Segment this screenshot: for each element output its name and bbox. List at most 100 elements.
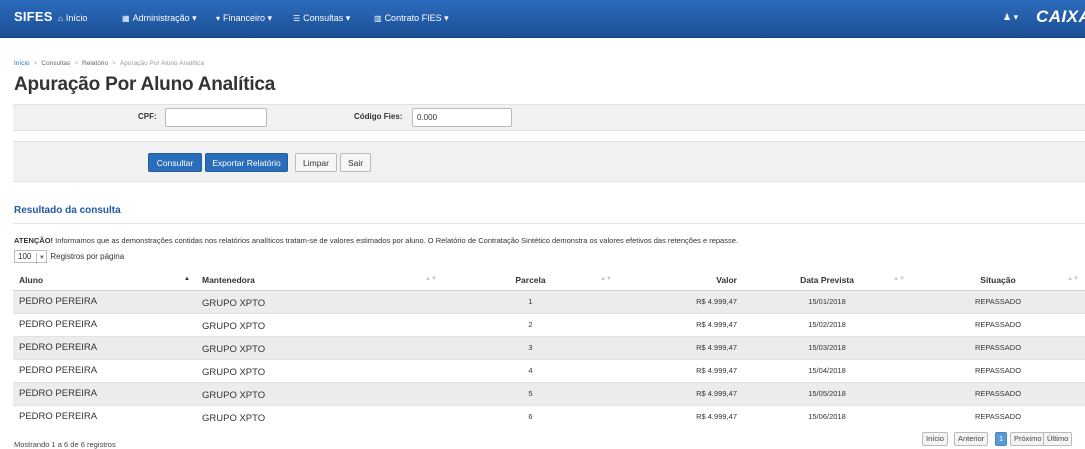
grid-icon: ▦ xyxy=(122,14,130,23)
column-header-aluno[interactable]: Aluno ▲ xyxy=(13,270,196,291)
nav-item-administracao[interactable]: ▦ Administração ▾ xyxy=(122,13,197,24)
table-row[interactable]: PEDRO PEREIRA GRUPO XPTO 5 R$ 4.999,47 1… xyxy=(13,381,1085,405)
column-label: Data Prevista xyxy=(800,274,854,285)
bars-icon: ▥ xyxy=(374,14,382,23)
cell-valor: R$ 4.999,47 xyxy=(618,358,743,382)
cell-data-prevista: 15/04/2018 xyxy=(743,358,911,382)
cell-mantenedora: GRUPO XPTO xyxy=(196,312,443,336)
sort-icon: ▲▼ xyxy=(893,276,905,282)
pagination-last[interactable]: Último xyxy=(1043,432,1073,446)
page-title: Apuração Por Aluno Analítica xyxy=(14,74,276,95)
records-info: Mostrando 1 a 6 de 6 registros xyxy=(14,440,116,449)
cell-mantenedora: GRUPO XPTO xyxy=(196,358,443,382)
sort-asc-icon: ▲ xyxy=(184,276,190,282)
breadcrumb-separator: > xyxy=(74,60,79,67)
cell-aluno: PEDRO PEREIRA xyxy=(13,289,196,313)
divider xyxy=(13,223,1085,224)
breadcrumb-current: Apuração Por Aluno Analítica xyxy=(119,60,205,67)
table-row[interactable]: PEDRO PEREIRA GRUPO XPTO 4 R$ 4.999,47 1… xyxy=(13,358,1085,382)
cell-valor: R$ 4.999,47 xyxy=(618,381,743,405)
table-row[interactable]: PEDRO PEREIRA GRUPO XPTO 3 R$ 4.999,47 1… xyxy=(13,335,1085,359)
cell-data-prevista: 15/01/2018 xyxy=(743,289,911,313)
cpf-label: CPF: xyxy=(138,112,157,121)
cell-situacao: REPASSADO xyxy=(911,381,1085,405)
cell-valor: R$ 4.999,47 xyxy=(618,312,743,336)
breadcrumb-home[interactable]: Início xyxy=(14,60,30,67)
breadcrumb-separator: > xyxy=(112,60,116,67)
cell-valor: R$ 4.999,47 xyxy=(618,289,743,313)
nav-item-consultas[interactable]: ☰ Consultas ▾ xyxy=(293,13,350,24)
column-header-mantenedora[interactable]: Mantenedora ▲▼ xyxy=(196,270,443,291)
user-menu[interactable]: ♟ ▾ xyxy=(1003,12,1018,23)
cell-data-prevista: 15/06/2018 xyxy=(743,404,911,428)
cell-aluno: PEDRO PEREIRA xyxy=(13,404,196,428)
sort-icon: ▲▼ xyxy=(425,276,437,282)
column-header-valor[interactable]: Valor xyxy=(618,270,743,291)
per-page-select[interactable]: 100 ▼ xyxy=(14,250,48,264)
nav-label: Financeiro ▾ xyxy=(223,13,273,23)
notice-body: Informamos que as demonstrações contidas… xyxy=(53,236,738,245)
cpf-input[interactable] xyxy=(165,108,267,127)
nav-label: Início xyxy=(65,13,88,23)
limpar-button[interactable]: Limpar xyxy=(295,153,337,172)
nav-item-financeiro[interactable]: ▾ Financeiro ▾ xyxy=(216,13,272,24)
cell-situacao: REPASSADO xyxy=(911,358,1085,382)
column-label: Parcela xyxy=(515,274,546,285)
nav-label: Administração ▾ xyxy=(132,13,197,23)
table-row[interactable]: PEDRO PEREIRA GRUPO XPTO 6 R$ 4.999,47 1… xyxy=(13,404,1085,428)
cell-mantenedora: GRUPO XPTO xyxy=(196,289,443,313)
cell-situacao: REPASSADO xyxy=(911,335,1085,359)
results-title: Resultado da consulta xyxy=(14,205,121,216)
cell-parcela: 6 xyxy=(443,404,618,428)
pagination-next[interactable]: Próximo xyxy=(1010,432,1046,446)
sort-icon: ▲▼ xyxy=(600,276,612,282)
nav-item-contrato-fies[interactable]: ▥ Contrato FIES ▾ xyxy=(374,13,449,24)
cart-icon: ▾ xyxy=(216,14,221,23)
cell-data-prevista: 15/02/2018 xyxy=(743,312,911,336)
per-page-label: Registros por página xyxy=(50,252,125,261)
breadcrumb-consultas[interactable]: Consultas xyxy=(41,60,70,67)
cell-aluno: PEDRO PEREIRA xyxy=(13,312,196,336)
column-header-situacao[interactable]: Situação ▲▼ xyxy=(911,270,1085,291)
column-header-data-prevista[interactable]: Data Prevista ▲▼ xyxy=(743,270,911,291)
table-header-row: Aluno ▲ Mantenedora ▲▼ Parcela ▲▼ Valor Dat… xyxy=(13,270,1085,291)
cell-valor: R$ 4.999,47 xyxy=(618,335,743,359)
brand-logo[interactable]: SIFES xyxy=(14,9,53,24)
table-row[interactable]: PEDRO PEREIRA GRUPO XPTO 2 R$ 4.999,47 1… xyxy=(13,312,1085,336)
column-header-parcela[interactable]: Parcela ▲▼ xyxy=(443,270,618,291)
cell-mantenedora: GRUPO XPTO xyxy=(196,381,443,405)
column-label: Valor xyxy=(716,274,737,285)
nav-item-inicio[interactable]: ⌂ Início xyxy=(58,13,87,23)
codigo-fies-label: Código Fies: xyxy=(354,112,403,121)
breadcrumb: Início > Consultas > Relatório > Apuração Por … xyxy=(14,60,204,67)
notice-strong: ATENÇÃO! xyxy=(14,236,54,245)
cell-valor: R$ 4.999,47 xyxy=(618,404,743,428)
cell-parcela: 4 xyxy=(443,358,618,382)
column-label: Situação xyxy=(980,274,1016,285)
cell-mantenedora: GRUPO XPTO xyxy=(196,335,443,359)
consultar-button[interactable]: Consultar xyxy=(148,153,202,172)
cell-parcela: 5 xyxy=(443,381,618,405)
cell-parcela: 1 xyxy=(443,289,618,313)
exportar-relatorio-button[interactable]: Exportar Relatório xyxy=(205,153,288,172)
pagination-page-1[interactable]: 1 xyxy=(995,432,1008,446)
table-row[interactable]: PEDRO PEREIRA GRUPO XPTO 1 R$ 4.999,47 1… xyxy=(13,289,1085,313)
breadcrumb-relatorio[interactable]: Relatório xyxy=(82,60,108,67)
top-navbar: SIFES ⌂ Início ▦ Administração ▾ ▾ Financei… xyxy=(0,0,1085,38)
cell-aluno: PEDRO PEREIRA xyxy=(13,358,196,382)
pagination-first[interactable]: Início xyxy=(922,432,948,446)
pagination-prev[interactable]: Anterior xyxy=(954,432,989,446)
cell-situacao: REPASSADO xyxy=(911,404,1085,428)
caixa-logo: CAIXA xyxy=(1036,7,1085,26)
user-icon: ♟ xyxy=(1003,12,1012,22)
nav-label: Consultas ▾ xyxy=(303,13,351,23)
home-icon: ⌂ xyxy=(58,14,63,23)
column-label: Aluno xyxy=(19,274,44,285)
sair-button[interactable]: Sair xyxy=(340,153,371,172)
list-icon: ☰ xyxy=(293,14,301,23)
cell-situacao: REPASSADO xyxy=(911,289,1085,313)
cell-parcela: 2 xyxy=(443,312,618,336)
results-table: Aluno ▲ Mantenedora ▲▼ Parcela ▲▼ Valor Dat… xyxy=(13,270,1085,428)
codigo-fies-input[interactable] xyxy=(412,108,512,127)
chevron-down-icon: ▾ xyxy=(1013,12,1019,22)
